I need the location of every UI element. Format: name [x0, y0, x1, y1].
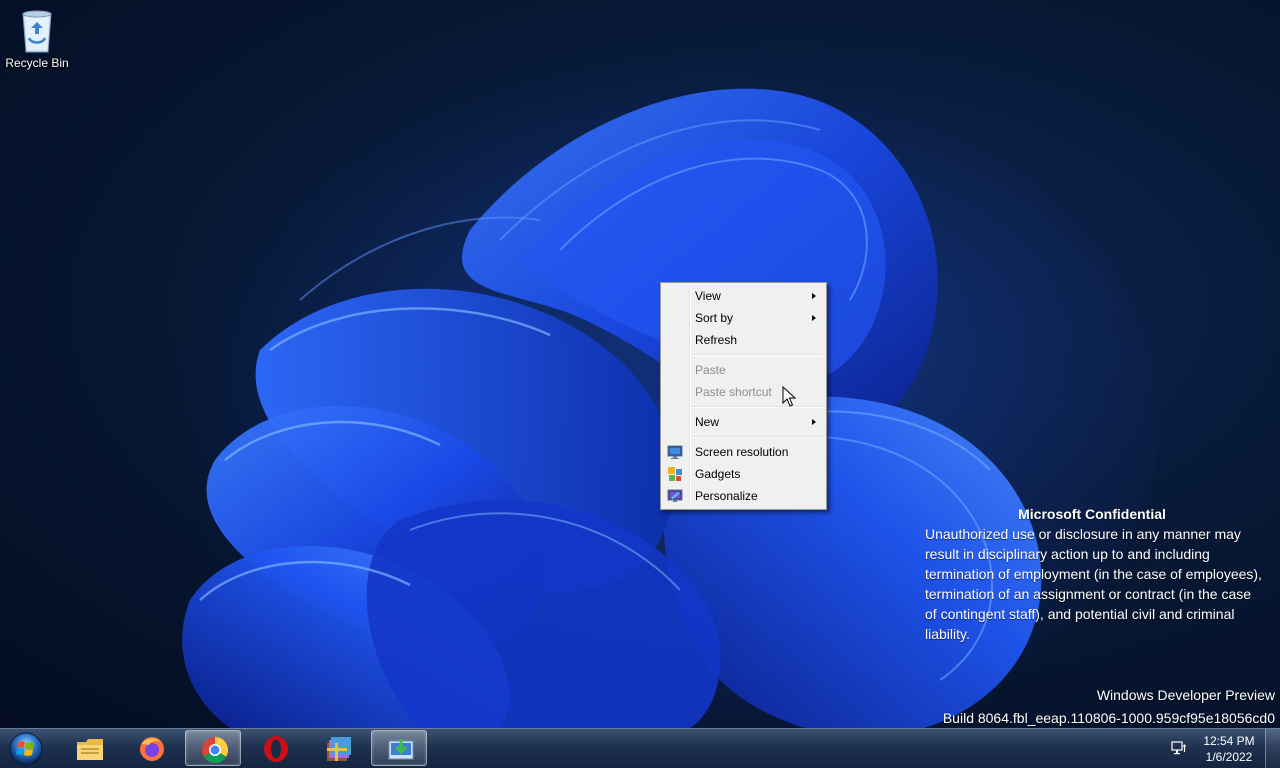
- notice-body: Unauthorized use or disclosure in any ma…: [925, 526, 1262, 642]
- build-edition: Windows Developer Preview: [1096, 687, 1275, 703]
- menu-item-new[interactable]: New: [663, 411, 824, 433]
- menu-item-paste-shortcut[interactable]: Paste shortcut: [663, 381, 824, 403]
- build-number: Build 8064.fbl_eeap.110806-1000.959cf95e…: [942, 710, 1275, 726]
- taskbar: 12:54 PM 1/6/2022: [0, 728, 1280, 768]
- menu-item-label: Paste shortcut: [695, 385, 772, 399]
- taskbar-file-explorer[interactable]: [61, 730, 117, 766]
- menu-item-personalize[interactable]: Personalize: [663, 485, 824, 507]
- personalize-icon: [667, 489, 683, 502]
- desktop-icon-label: Recycle Bin: [5, 56, 69, 70]
- start-button[interactable]: [4, 731, 48, 767]
- gadgets-icon: [668, 467, 682, 481]
- folder-icon: [77, 739, 103, 760]
- desktop-context-menu: View Sort by Refresh Paste Paste shortcu…: [660, 282, 827, 510]
- menu-item-view[interactable]: View: [663, 285, 824, 307]
- menu-item-label: Refresh: [695, 333, 738, 347]
- windows-orb-icon: [9, 732, 43, 766]
- menu-item-label: Gadgets: [695, 467, 741, 481]
- taskbar-firefox[interactable]: [123, 730, 179, 766]
- taskbar-winrar[interactable]: [309, 730, 365, 766]
- build-watermark: Windows Developer Preview Build 8064.fbl…: [943, 684, 1275, 728]
- submenu-arrow-icon: [812, 315, 816, 321]
- clock-time: 12:54 PM: [1203, 734, 1255, 748]
- opera-icon: [264, 736, 288, 762]
- submenu-arrow-icon: [812, 419, 816, 425]
- desktop[interactable]: Recycle Bin View Sort by Refresh Paste P…: [0, 0, 1280, 728]
- taskbar-chrome[interactable]: [185, 730, 241, 766]
- desktop-icon-recycle-bin[interactable]: Recycle Bin: [4, 6, 70, 76]
- mouse-pointer-icon: [782, 386, 796, 407]
- menu-separator: [692, 354, 823, 356]
- taskbar-opera[interactable]: [247, 730, 303, 766]
- clock-date: 1/6/2022: [1205, 750, 1253, 764]
- menu-item-screen-resolution[interactable]: Screen resolution: [663, 441, 824, 463]
- show-desktop-button[interactable]: [1265, 729, 1280, 768]
- installer-icon: [388, 739, 414, 760]
- menu-separator: [692, 436, 823, 438]
- notice-title: Microsoft Confidential: [1018, 506, 1166, 522]
- menu-item-refresh[interactable]: Refresh: [663, 329, 824, 351]
- menu-item-paste[interactable]: Paste: [663, 359, 824, 381]
- menu-item-gadgets[interactable]: Gadgets: [663, 463, 824, 485]
- menu-item-label: New: [695, 415, 720, 429]
- menu-item-sort-by[interactable]: Sort by: [663, 307, 824, 329]
- menu-separator: [692, 406, 823, 408]
- confidential-notice: Microsoft Confidential Unauthorized use …: [925, 504, 1265, 644]
- submenu-arrow-icon: [812, 293, 816, 299]
- menu-item-label: Paste: [695, 363, 726, 377]
- taskbar-clock[interactable]: 12:54 PM 1/6/2022: [1196, 733, 1262, 765]
- taskbar-installer[interactable]: [371, 730, 427, 766]
- menu-item-label: Screen resolution: [695, 445, 789, 459]
- network-icon[interactable]: [1171, 740, 1187, 756]
- screen-resolution-icon: [667, 445, 683, 459]
- recycle-bin-icon: [22, 10, 52, 53]
- menu-item-label: Sort by: [695, 311, 734, 325]
- chrome-icon: [202, 736, 229, 764]
- firefox-icon: [140, 737, 164, 761]
- menu-item-label: View: [695, 289, 721, 303]
- menu-item-label: Personalize: [695, 489, 758, 503]
- winrar-icon: [327, 737, 351, 761]
